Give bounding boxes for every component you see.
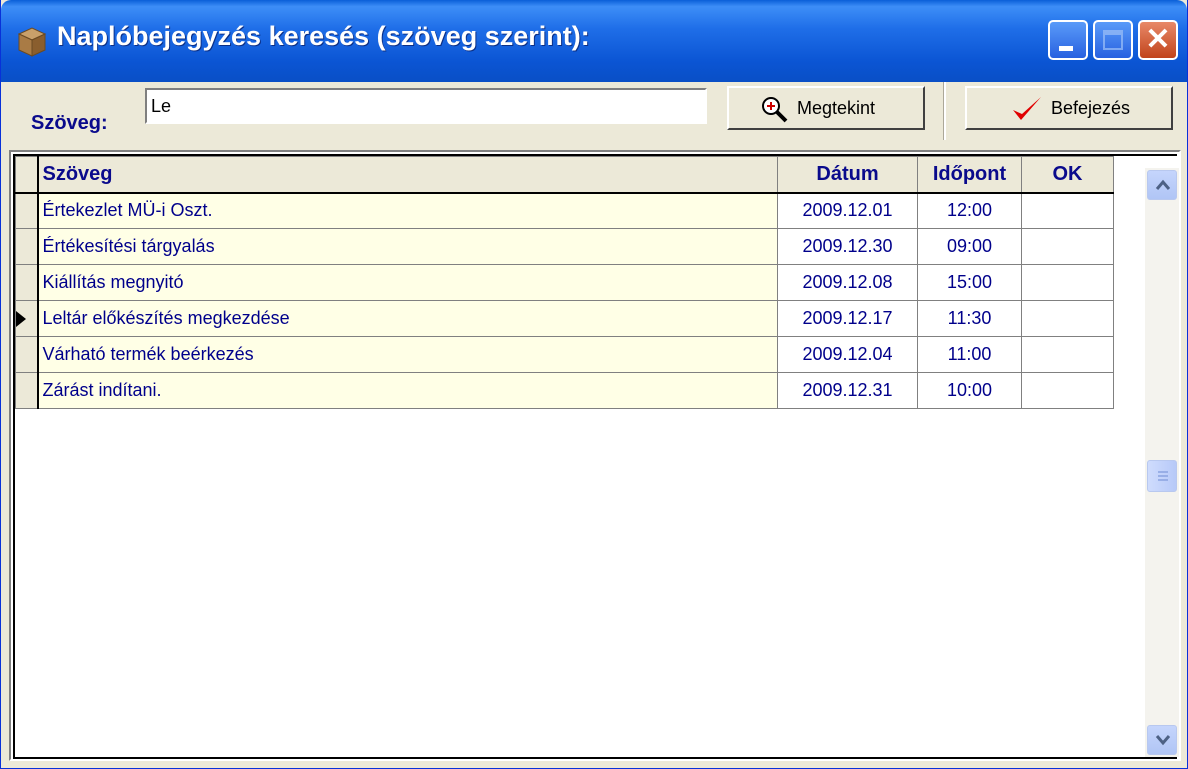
cell-date[interactable]: 2009.12.31: [777, 372, 918, 409]
cell-date[interactable]: 2009.12.30: [777, 228, 918, 265]
cell-time[interactable]: 11:00: [917, 336, 1022, 373]
table-row-current[interactable]: Leltár előkészítés megkezdése 2009.12.17…: [15, 300, 1114, 337]
row-indicator[interactable]: [15, 372, 39, 409]
cell-time[interactable]: 10:00: [917, 372, 1022, 409]
table-row[interactable]: Értékesítési tárgyalás 2009.12.30 09:00: [15, 228, 1114, 265]
toolbar-divider: [943, 82, 946, 140]
column-header-text[interactable]: Szöveg: [37, 156, 778, 194]
cell-ok[interactable]: [1021, 192, 1114, 229]
column-header-date[interactable]: Dátum: [777, 156, 918, 194]
column-header-ok[interactable]: OK: [1021, 156, 1114, 194]
cell-date[interactable]: 2009.12.08: [777, 264, 918, 301]
checkmark-icon: [1013, 97, 1041, 120]
results-grid: Szöveg Dátum Időpont OK Értekezlet MÜ-i …: [13, 154, 1179, 759]
search-label: Szöveg:: [31, 112, 108, 134]
maximize-button[interactable]: [1093, 20, 1133, 60]
close-button[interactable]: ✕: [1138, 20, 1178, 60]
log-search-window: Naplóbejegyzés keresés (szöveg szerint):…: [0, 0, 1188, 769]
cell-time[interactable]: 11:30: [917, 300, 1022, 337]
maximize-icon: [1103, 30, 1123, 50]
table-row[interactable]: Várható termék beérkezés 2009.12.04 11:0…: [15, 336, 1114, 373]
cell-text[interactable]: Értékesítési tárgyalás: [37, 228, 778, 265]
chevron-down-icon: [1155, 735, 1171, 746]
finish-button[interactable]: Befejezés: [965, 86, 1173, 130]
chevron-up-icon: [1155, 179, 1171, 190]
minimize-icon: [1059, 46, 1073, 51]
table-header-row: Szöveg Dátum Időpont OK: [15, 156, 1114, 194]
results-grid-panel: Szöveg Dátum Időpont OK Értekezlet MÜ-i …: [9, 150, 1181, 761]
scroll-down-button[interactable]: [1147, 725, 1177, 755]
results-table: Szöveg Dátum Időpont OK Értekezlet MÜ-i …: [15, 156, 1114, 409]
search-toolbar: Szöveg: Megtekint Befejezés: [9, 82, 1181, 140]
row-indicator-header: [15, 156, 39, 194]
scroll-thumb[interactable]: [1147, 460, 1177, 492]
cell-time[interactable]: 09:00: [917, 228, 1022, 265]
close-icon: ✕: [1145, 23, 1171, 56]
cell-text[interactable]: Értekezlet MÜ-i Oszt.: [37, 192, 778, 229]
cell-date[interactable]: 2009.12.17: [777, 300, 918, 337]
table-row[interactable]: Zárást indítani. 2009.12.31 10:00: [15, 372, 1114, 409]
title-bar[interactable]: Naplóbejegyzés keresés (szöveg szerint):…: [1, 0, 1187, 82]
cell-date[interactable]: 2009.12.01: [777, 192, 918, 229]
cell-ok[interactable]: [1021, 372, 1114, 409]
column-header-time[interactable]: Időpont: [917, 156, 1022, 194]
finish-button-label: Befejezés: [1051, 98, 1131, 118]
minimize-button[interactable]: [1048, 20, 1088, 60]
cell-text[interactable]: Leltár előkészítés megkezdése: [37, 300, 778, 337]
grip-icon: [1158, 471, 1168, 481]
cell-ok[interactable]: [1021, 300, 1114, 337]
cell-ok[interactable]: [1021, 228, 1114, 265]
cell-date[interactable]: 2009.12.04: [777, 336, 918, 373]
cell-text[interactable]: Kiállítás megnyitó: [37, 264, 778, 301]
search-input[interactable]: [145, 88, 707, 124]
vertical-scrollbar[interactable]: [1145, 168, 1179, 757]
table-row[interactable]: Értekezlet MÜ-i Oszt. 2009.12.01 12:00: [15, 192, 1114, 229]
cell-text[interactable]: Zárást indítani.: [37, 372, 778, 409]
cell-ok[interactable]: [1021, 336, 1114, 373]
magnifier-plus-icon: [762, 97, 788, 123]
cell-text[interactable]: Várható termék beérkezés: [37, 336, 778, 373]
scroll-up-button[interactable]: [1147, 170, 1177, 200]
row-indicator[interactable]: [15, 228, 39, 265]
row-indicator[interactable]: [15, 192, 39, 229]
view-button-label: Megtekint: [797, 98, 876, 118]
box-app-icon: [17, 27, 47, 57]
cell-ok[interactable]: [1021, 264, 1114, 301]
cell-time[interactable]: 12:00: [917, 192, 1022, 229]
row-indicator[interactable]: [15, 264, 39, 301]
cell-time[interactable]: 15:00: [917, 264, 1022, 301]
window-title: Naplóbejegyzés keresés (szöveg szerint):: [57, 21, 590, 51]
row-indicator[interactable]: [15, 336, 39, 373]
row-indicator[interactable]: [15, 300, 39, 337]
current-row-arrow-icon: [16, 311, 26, 328]
table-row[interactable]: Kiállítás megnyitó 2009.12.08 15:00: [15, 264, 1114, 301]
view-button[interactable]: Megtekint: [727, 86, 925, 130]
